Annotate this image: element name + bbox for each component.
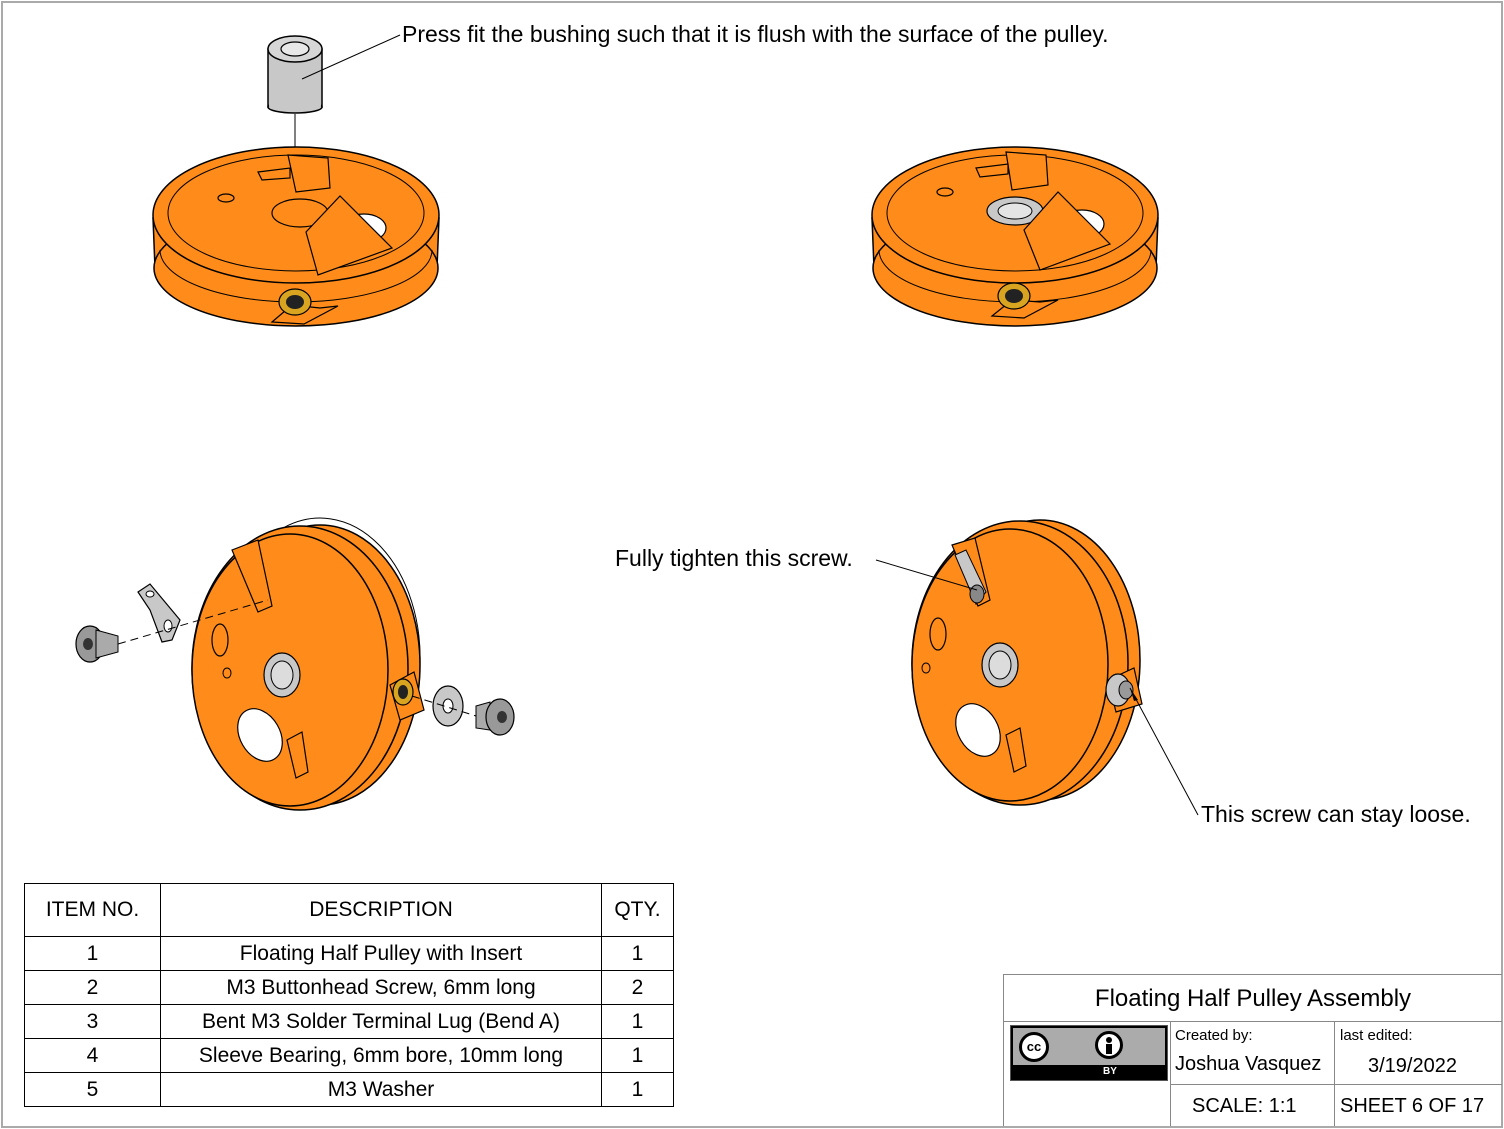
bom-description: Sleeve Bearing, 6mm bore, 10mm long	[160, 1038, 602, 1073]
bom-row: 2 M3 Buttonhead Screw, 6mm long 2	[24, 970, 674, 1005]
bom-header-description: DESCRIPTION	[160, 883, 602, 937]
view-3-hardware-exploded	[75, 517, 515, 811]
bom-row: 4 Sleeve Bearing, 6mm bore, 10mm long 1	[24, 1038, 674, 1073]
view-4-assembled	[875, 519, 1199, 816]
drawing-title: Floating Half Pulley Assembly	[1094, 985, 1412, 1012]
bom-header-qty: QTY.	[601, 883, 674, 937]
bom-item-no: 1	[24, 936, 161, 971]
bill-of-materials: ITEM NO. DESCRIPTION QTY. 1 Floating Hal…	[24, 883, 674, 1107]
bom-item-no: 2	[24, 970, 161, 1005]
note-leader-loose	[1129, 687, 1199, 816]
bom-row: 5 M3 Washer 1	[24, 1072, 674, 1107]
last-edited-label: last edited:	[1340, 1027, 1413, 1044]
pulley-1	[152, 146, 440, 327]
bom-qty: 2	[601, 970, 674, 1005]
author-name: Joshua Vasquez	[1175, 1053, 1322, 1075]
view-2-bushing-installed	[871, 146, 1159, 327]
bom-item-no: 4	[24, 1038, 161, 1073]
bom-row: 3 Bent M3 Solder Terminal Lug (Bend A) 1	[24, 1004, 674, 1039]
bom-qty: 1	[601, 1038, 674, 1073]
bom-description: Floating Half Pulley with Insert	[160, 936, 602, 971]
created-by-label: Created by:	[1175, 1027, 1253, 1044]
cc-by-license-logo: cc BY	[1010, 1025, 1168, 1081]
bom-description: Bent M3 Solder Terminal Lug (Bend A)	[160, 1004, 602, 1039]
sleeve-bearing	[267, 35, 323, 114]
view-1-bushing-exploded	[152, 34, 440, 327]
last-edited-date: 3/19/2022	[1368, 1055, 1457, 1077]
bom-header-item: ITEM NO.	[24, 883, 161, 937]
sheet-number: SHEET 6 OF 17	[1340, 1095, 1485, 1117]
drawing-sheet: Press fit the bushing such that it is fl…	[0, 0, 1504, 1129]
bom-qty: 1	[601, 936, 674, 971]
bom-row: 1 Floating Half Pulley with Insert 1	[24, 936, 674, 971]
bom-qty: 1	[601, 1004, 674, 1039]
title-block: Floating Half Pulley Assembly cc BY Crea…	[1003, 974, 1502, 1126]
bom-description: M3 Buttonhead Screw, 6mm long	[160, 970, 602, 1005]
drawing-scale: SCALE: 1:1	[1192, 1095, 1297, 1117]
note-bushing: Press fit the bushing such that it is fl…	[402, 21, 1109, 47]
note-loose-screw: This screw can stay loose.	[1201, 801, 1471, 827]
bom-description: M3 Washer	[160, 1072, 602, 1107]
bom-qty: 1	[601, 1072, 674, 1107]
attribution-icon	[1095, 1031, 1123, 1059]
bom-item-no: 5	[24, 1072, 161, 1107]
cc-icon: cc	[1019, 1032, 1049, 1062]
note-tighten-screw: Fully tighten this screw.	[615, 545, 853, 571]
by-label: BY	[1103, 1066, 1117, 1077]
bom-item-no: 3	[24, 1004, 161, 1039]
